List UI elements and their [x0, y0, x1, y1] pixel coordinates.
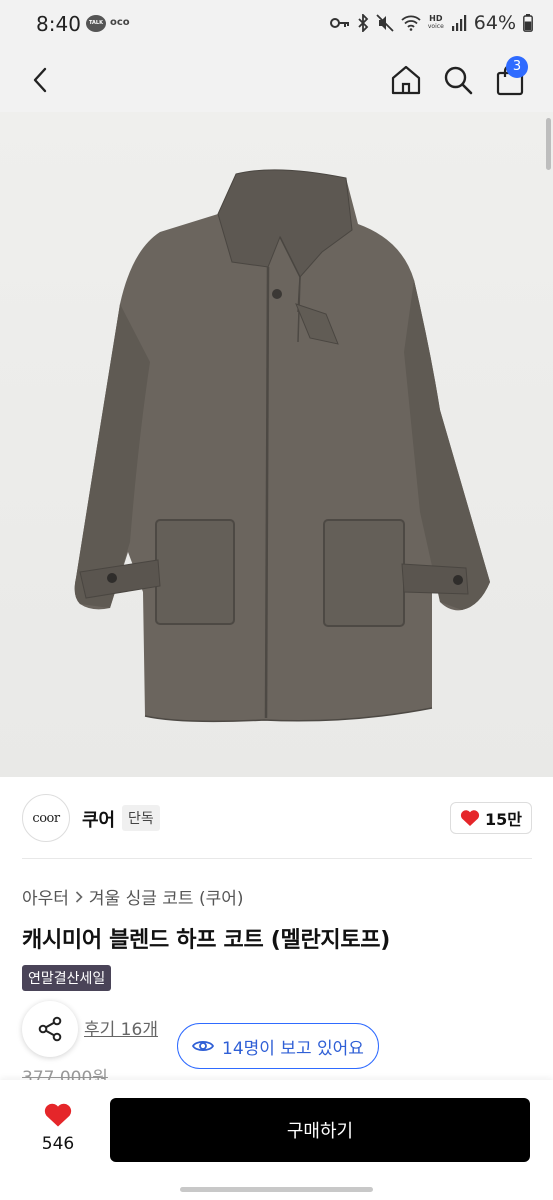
- battery-percent: 64%: [473, 12, 516, 34]
- status-time: 8:40: [36, 12, 81, 36]
- reviews-link[interactable]: 후기 16개: [84, 1015, 158, 1040]
- share-button[interactable]: [22, 1001, 78, 1057]
- wishlist-button[interactable]: 546: [30, 1102, 86, 1162]
- bottom-action-bar: 546 구매하기: [0, 1080, 553, 1200]
- heart-icon: [44, 1103, 72, 1127]
- voice-label: voice: [427, 23, 444, 30]
- cart-count-badge: 3: [506, 56, 528, 78]
- cart-button[interactable]: 3: [488, 56, 532, 102]
- bluetooth-icon: [358, 14, 369, 32]
- breadcrumb-subcategory[interactable]: 겨울 싱글 코트 (쿠어): [89, 884, 244, 909]
- status-icons: HD voice 64%: [329, 12, 533, 34]
- hd-voice-icon: HD voice: [428, 15, 444, 31]
- home-icon: [391, 65, 421, 95]
- status-bar: 8:40 TALK oco HD voice 64%: [0, 0, 553, 48]
- viewers-text: 14명이 보고 있어요: [222, 1038, 364, 1059]
- back-button[interactable]: [18, 58, 62, 102]
- key-icon: [329, 18, 349, 28]
- search-button[interactable]: [436, 58, 480, 102]
- scrollbar[interactable]: [546, 118, 551, 170]
- app-header: 3: [0, 48, 553, 112]
- wifi-icon: [401, 15, 421, 31]
- divider: [22, 858, 532, 859]
- oco-notification-icon: oco: [110, 17, 130, 28]
- breadcrumb-category[interactable]: 아우터: [22, 884, 69, 909]
- kakaotalk-notification-icon: TALK: [86, 15, 106, 32]
- search-icon: [444, 66, 473, 95]
- hd-label: HD: [429, 14, 443, 23]
- heart-icon: [460, 810, 480, 826]
- brand-logo[interactable]: coor: [22, 794, 70, 842]
- battery-icon: [523, 14, 533, 32]
- product-title: 캐시미어 블렌드 하프 코트 (멜란지토프): [22, 928, 390, 953]
- exclusive-tag: 단독: [122, 805, 160, 831]
- sale-badge: 연말결산세일: [22, 965, 112, 991]
- signal-icon: [451, 15, 466, 31]
- brand-like-button[interactable]: 15만: [450, 802, 532, 834]
- breadcrumb: 아우터 겨울 싱글 코트 (쿠어): [22, 884, 244, 909]
- share-icon: [38, 1016, 62, 1042]
- product-image[interactable]: [0, 112, 553, 777]
- viewers-indicator: 14명이 보고 있어요: [177, 1023, 379, 1069]
- wishlist-count: 546: [41, 1134, 75, 1154]
- brand-name[interactable]: 쿠어: [82, 806, 115, 832]
- eye-icon: [192, 1040, 214, 1052]
- home-indicator[interactable]: [180, 1187, 373, 1192]
- mute-icon: [376, 14, 394, 32]
- home-button[interactable]: [384, 58, 428, 102]
- back-arrow-icon: [33, 67, 47, 93]
- chevron-right-icon: [75, 890, 83, 903]
- brand-row: coor 쿠어 단독 15만: [22, 794, 532, 844]
- brand-like-count: 15만: [485, 810, 522, 829]
- coat-image: [0, 112, 553, 777]
- buy-button[interactable]: 구매하기: [110, 1098, 530, 1162]
